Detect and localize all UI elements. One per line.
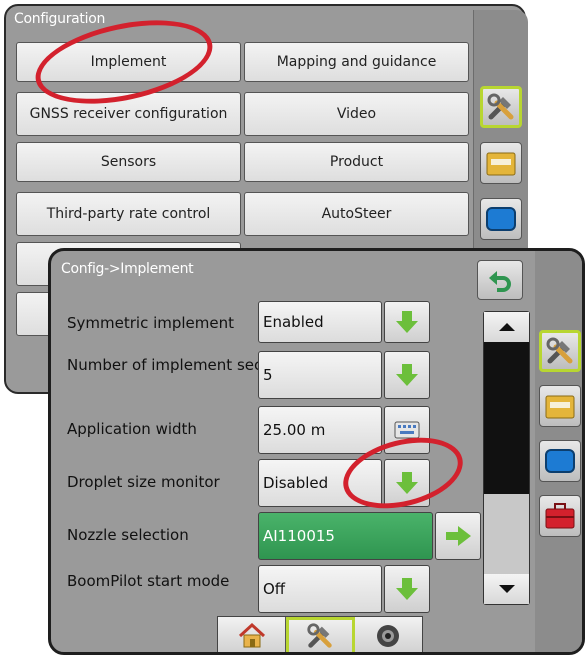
down-arrow-icon[interactable]: [384, 301, 430, 343]
folder-icon[interactable]: [480, 142, 522, 184]
down-arrow-icon[interactable]: [384, 351, 430, 399]
number-of-sections-value[interactable]: 5: [258, 351, 382, 399]
home-icon[interactable]: [218, 617, 287, 652]
boompilot-start-mode-value[interactable]: Off: [258, 565, 382, 613]
front-side-toolbar: [535, 251, 582, 652]
tools-icon[interactable]: [480, 86, 522, 128]
right-arrow-icon[interactable]: [435, 512, 481, 560]
application-width-value[interactable]: 25.00 m: [258, 406, 382, 454]
mapping-guidance-button[interactable]: Mapping and guidance: [244, 42, 469, 82]
scroll-down-icon[interactable]: [484, 574, 529, 604]
tools-icon[interactable]: [539, 330, 581, 372]
scrollbar[interactable]: [483, 311, 530, 605]
droplet-size-monitor-label: Droplet size monitor: [67, 473, 220, 491]
symmetric-implement-label: Symmetric implement: [67, 314, 235, 332]
configuration-title: Configuration: [14, 11, 106, 27]
boompilot-start-mode-label: BoomPilot start mode: [67, 572, 230, 590]
nozzle-selection-label: Nozzle selection: [67, 526, 189, 544]
tools-icon[interactable]: [286, 617, 355, 652]
scroll-up-icon[interactable]: [484, 312, 529, 342]
bottom-tab-bar: [217, 616, 423, 652]
video-button[interactable]: Video: [244, 92, 469, 136]
product-button[interactable]: Product: [244, 142, 469, 182]
autosteer-button[interactable]: AutoSteer: [244, 192, 469, 236]
display-icon[interactable]: [480, 198, 522, 240]
folder-icon[interactable]: [539, 385, 581, 427]
implement-config-panel: Config->Implement Symmetric implement En…: [48, 248, 585, 655]
speaker-icon[interactable]: [354, 617, 422, 652]
symmetric-implement-value[interactable]: Enabled: [258, 301, 382, 343]
toolbox-icon[interactable]: [539, 495, 581, 537]
back-arrow-icon[interactable]: [477, 260, 523, 300]
scroll-thumb[interactable]: [484, 342, 529, 494]
application-width-label: Application width: [67, 420, 197, 438]
down-arrow-icon[interactable]: [384, 565, 430, 613]
sensors-button[interactable]: Sensors: [16, 142, 241, 182]
implement-config-title: Config->Implement: [61, 261, 194, 277]
display-icon[interactable]: [539, 440, 581, 482]
nozzle-selection-value[interactable]: AI110015: [258, 512, 433, 560]
third-party-rate-control-button[interactable]: Third-party rate control: [16, 192, 241, 236]
